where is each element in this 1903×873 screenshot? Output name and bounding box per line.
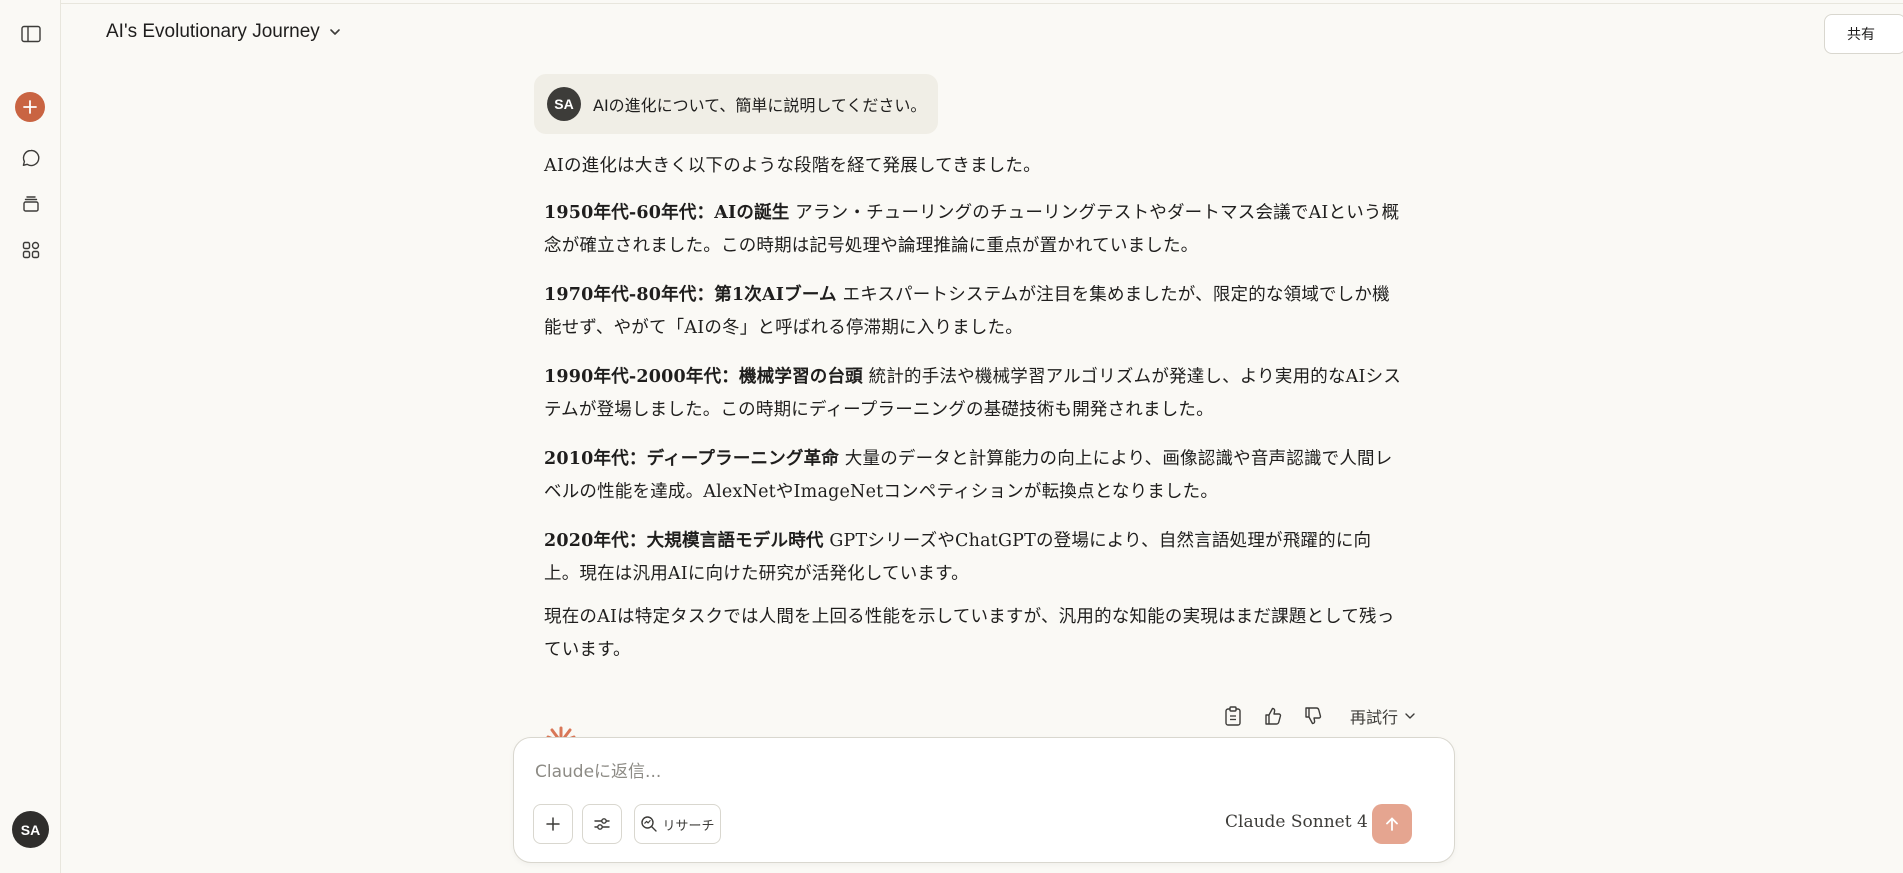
plus-icon <box>23 100 37 114</box>
plus-icon <box>546 817 560 831</box>
user-message: SA AIの進化について、簡単に説明してください。 <box>534 74 938 134</box>
reply-input[interactable] <box>535 758 1415 786</box>
new-chat-button[interactable] <box>15 92 45 122</box>
artifacts-icon[interactable] <box>14 233 48 267</box>
section-heading: 1950年代-60年代：AIの誕生 <box>544 203 790 223</box>
model-label: Claude Sonnet 4 <box>1225 812 1368 832</box>
share-button[interactable]: 共有 <box>1824 14 1903 54</box>
top-border <box>0 0 1903 4</box>
section-4: 2010年代：ディープラーニング革命 大量のデータと計算能力の向上により、画像認… <box>544 443 1404 509</box>
copy-icon[interactable] <box>1222 705 1244 727</box>
send-button[interactable] <box>1372 804 1412 844</box>
chats-icon[interactable] <box>14 141 48 175</box>
retry-button[interactable]: 再試行 <box>1350 704 1416 728</box>
section-heading: 2010年代：ディープラーニング革命 <box>544 449 840 469</box>
assistant-message: AIの進化は大きく以下のような段階を経て発展してきました。 1950年代-60年… <box>544 150 1404 683</box>
model-selector[interactable]: Claude Sonnet 4 <box>1225 812 1385 832</box>
attach-button[interactable] <box>533 804 573 844</box>
retry-label: 再試行 <box>1350 708 1399 727</box>
sidebar: SA <box>0 0 61 873</box>
sidebar-toggle-icon[interactable] <box>14 17 48 51</box>
conversation-title-text: AI's Evolutionary Journey <box>106 21 320 42</box>
user-message-text: AIの進化について、簡単に説明してください。 <box>593 96 927 115</box>
section-1: 1950年代-60年代：AIの誕生 アラン・チューリングのチューリングテストやダ… <box>544 197 1404 263</box>
user-message-avatar: SA <box>547 87 581 121</box>
chevron-down-icon <box>329 29 340 35</box>
section-heading: 2020年代：大規模言語モデル時代 <box>544 531 824 551</box>
section-heading: 1970年代-80年代：第1次AIブーム <box>544 285 837 305</box>
message-actions: 再試行 <box>1222 704 1416 728</box>
assistant-intro: AIの進化は大きく以下のような段階を経て発展してきました。 <box>544 156 1041 176</box>
section-heading: 1990年代-2000年代：機械学習の台頭 <box>544 367 863 387</box>
thumbs-up-icon[interactable] <box>1262 705 1284 727</box>
sliders-icon <box>594 818 610 830</box>
section-3: 1990年代-2000年代：機械学習の台頭 統計的手法や機械学習アルゴリズムが発… <box>544 361 1404 427</box>
section-2: 1970年代-80年代：第1次AIブーム エキスパートシステムが注目を集めました… <box>544 279 1404 345</box>
assistant-conclusion: 現在のAIは特定タスクでは人間を上回る性能を示していますが、汎用的な知能の実現は… <box>544 607 1395 660</box>
research-label: リサーチ <box>662 818 715 834</box>
thumbs-down-icon[interactable] <box>1302 705 1324 727</box>
message-composer: リサーチ Claude Sonnet 4 <box>513 737 1455 863</box>
projects-icon[interactable] <box>14 187 48 221</box>
chevron-down-icon <box>1405 713 1415 719</box>
user-avatar[interactable]: SA <box>12 811 49 848</box>
research-button[interactable]: リサーチ <box>634 804 721 844</box>
conversation-title[interactable]: AI's Evolutionary Journey <box>106 21 342 43</box>
section-5: 2020年代：大規模言語モデル時代 GPTシリーズやChatGPTの登場により、… <box>544 525 1404 591</box>
tools-button[interactable] <box>582 804 622 844</box>
research-search-icon <box>641 816 658 832</box>
arrow-up-icon <box>1386 817 1398 831</box>
